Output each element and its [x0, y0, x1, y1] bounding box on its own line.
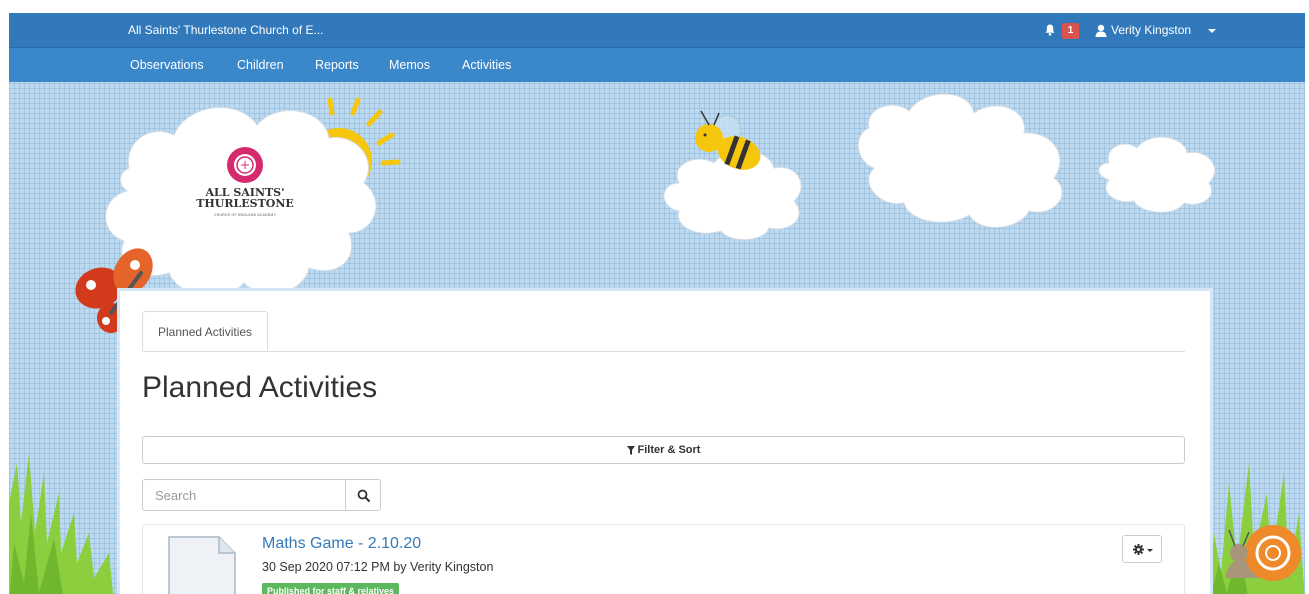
activity-title-link[interactable]: Maths Game - 2.10.20 [262, 535, 421, 553]
school-crest-icon [227, 147, 263, 183]
status-badge: Published for staff & relatives [262, 583, 400, 594]
grass-left [9, 453, 114, 594]
user-icon[interactable] [1095, 24, 1107, 37]
chevron-down-icon[interactable] [1208, 29, 1216, 33]
filter-sort-button[interactable]: Filter & Sort [142, 436, 1185, 464]
nav-observations[interactable]: Observations [130, 58, 204, 72]
chevron-down-icon [1147, 549, 1153, 552]
bell-icon[interactable] [1044, 24, 1056, 36]
school-brand-link[interactable]: All Saints' Thurlestone Church of E... [128, 23, 324, 37]
activity-actions-button[interactable] [1122, 535, 1162, 563]
school-name: ALL SAINTS' THURLESTONE [195, 187, 295, 209]
main-panel: Planned Activities Planned Activities Fi… [117, 288, 1213, 594]
cloud-shape [1098, 136, 1216, 213]
activity-meta: 30 Sep 2020 07:12 PM by Verity Kingston [262, 560, 494, 574]
tab-planned-activities[interactable]: Planned Activities [142, 311, 269, 351]
activity-card: Maths Game - 2.10.20 30 Sep 2020 07:12 P… [142, 524, 1185, 594]
cloud-shape [857, 93, 1063, 228]
school-name-line2: THURLESTONE [196, 197, 294, 210]
nav-memos[interactable]: Memos [389, 58, 430, 72]
app-frame: All Saints' Thurlestone Church of E... 1… [9, 13, 1305, 594]
school-subtitle: CHURCH OF ENGLAND ACADEMY [214, 213, 276, 217]
snail-icon [1226, 525, 1301, 581]
search-button[interactable] [345, 479, 381, 511]
nav-children[interactable]: Children [237, 58, 284, 72]
gear-icon [1133, 544, 1144, 555]
nav-activities[interactable]: Activities [462, 58, 511, 72]
nav-reports[interactable]: Reports [315, 58, 359, 72]
main-nav: Observations Children Reports Memos Acti… [9, 48, 1305, 82]
filter-sort-label: Filter & Sort [637, 444, 701, 456]
search-icon [357, 489, 370, 502]
notification-badge[interactable]: 1 [1062, 23, 1079, 39]
document-icon[interactable] [167, 535, 237, 594]
page-title: Planned Activities [142, 371, 378, 404]
tab-bar: Planned Activities [142, 311, 1185, 352]
top-navbar: All Saints' Thurlestone Church of E... 1… [9, 13, 1305, 48]
search-input[interactable] [142, 479, 346, 511]
filter-icon [626, 445, 635, 455]
user-menu-toggle[interactable]: Verity Kingston [1111, 23, 1191, 37]
